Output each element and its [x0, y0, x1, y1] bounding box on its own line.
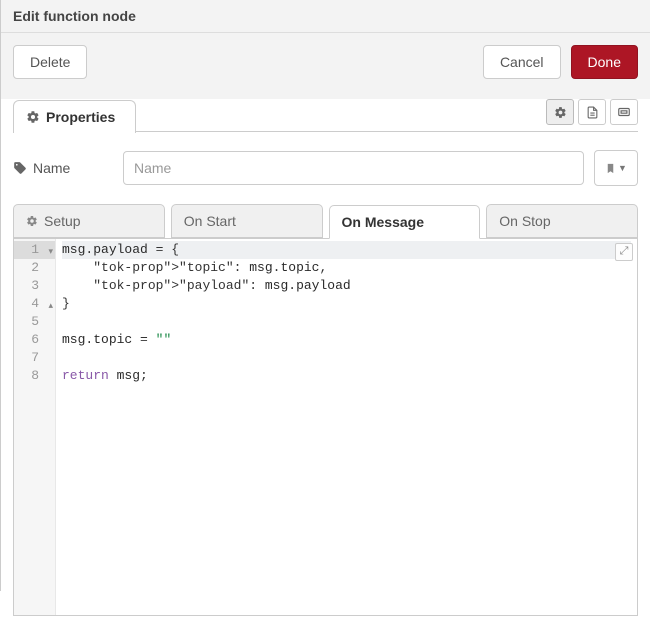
code-editor[interactable]: 1▾234▴5678 msg.payload = { "tok-prop">"t…	[13, 238, 638, 616]
tab-setup-label: Setup	[44, 213, 81, 229]
action-button-row: Delete Cancel Done	[1, 33, 650, 99]
code-line[interactable]: return msg;	[62, 367, 631, 385]
properties-tab-label: Properties	[46, 109, 115, 125]
gutter-line: 8	[14, 367, 55, 385]
code-line[interactable]: "tok-prop">"topic": msg.topic,	[62, 259, 631, 277]
header-title: Edit function node	[13, 8, 136, 24]
expand-editor-button[interactable]: ⤢	[615, 243, 633, 261]
editor-code-area[interactable]: msg.payload = { "tok-prop">"topic": msg.…	[56, 239, 637, 615]
tab-properties[interactable]: Properties	[13, 100, 136, 133]
code-line[interactable]: }	[62, 295, 631, 313]
tab-setup[interactable]: Setup	[13, 204, 165, 238]
gear-icon	[26, 110, 40, 124]
gutter-line: 5	[14, 313, 55, 331]
code-line[interactable]: msg.payload = {	[62, 241, 631, 259]
code-line[interactable]: "tok-prop">"payload": msg.payload	[62, 277, 631, 295]
bookmark-icon	[605, 163, 616, 174]
tab-on-message-label: On Message	[342, 214, 424, 230]
editor-tab-strip: Setup On Start On Message On Stop	[13, 204, 638, 238]
node-appearance-button[interactable]	[610, 99, 638, 125]
name-input[interactable]	[123, 151, 584, 185]
editor-gutter: 1▾234▴5678	[14, 239, 56, 615]
tab-on-stop-label: On Stop	[499, 213, 550, 229]
gutter-line: 4▴	[14, 295, 55, 313]
tab-on-start-label: On Start	[184, 213, 236, 229]
node-description-button[interactable]	[578, 99, 606, 125]
gutter-line: 1▾	[14, 241, 55, 259]
caret-down-icon: ▼	[618, 163, 627, 173]
gutter-line: 6	[14, 331, 55, 349]
name-row: Name ▼	[13, 150, 638, 186]
gear-icon	[554, 106, 567, 119]
cancel-button[interactable]: Cancel	[483, 45, 561, 79]
expand-icon: ⤢	[620, 243, 629, 261]
icon-picker-button[interactable]: ▼	[594, 150, 638, 186]
tab-on-message[interactable]: On Message	[329, 205, 481, 239]
done-button[interactable]: Done	[571, 45, 638, 79]
gutter-line: 2	[14, 259, 55, 277]
document-icon	[586, 106, 599, 119]
tab-on-start[interactable]: On Start	[171, 204, 323, 238]
gutter-line: 7	[14, 349, 55, 367]
code-line[interactable]: msg.topic = ""	[62, 331, 631, 349]
gutter-line: 3	[14, 277, 55, 295]
tab-on-stop[interactable]: On Stop	[486, 204, 638, 238]
gear-icon	[26, 215, 38, 227]
code-line[interactable]	[62, 313, 631, 331]
header-bar: Edit function node	[1, 0, 650, 33]
node-settings-button[interactable]	[546, 99, 574, 125]
code-line[interactable]	[62, 349, 631, 367]
tag-icon	[13, 161, 27, 175]
appearance-icon	[617, 105, 631, 119]
name-label: Name	[33, 160, 70, 176]
properties-tab-strip: Properties	[13, 99, 638, 132]
delete-button[interactable]: Delete	[13, 45, 87, 79]
